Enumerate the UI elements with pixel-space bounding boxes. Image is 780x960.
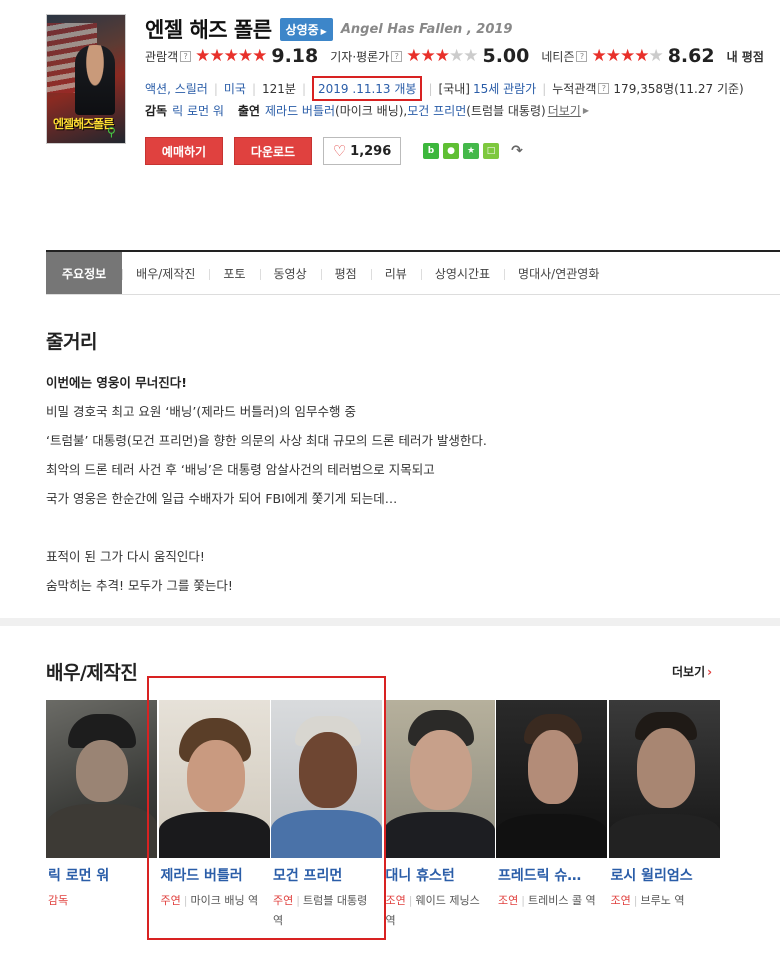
critic-score: 5.00 [482, 45, 530, 67]
synopsis-line: ‘트럼불’ 대통령(모건 프리먼)을 향한 의문의 사상 최대 규모의 드론 테… [46, 433, 487, 448]
highlight-box [147, 676, 386, 940]
title-row: 엔젤 해즈 폴른 상영중 ▶ Angel Has Fallen , 2019 [145, 14, 512, 44]
cast-role: 조연 | 브루노 역 [610, 894, 685, 907]
action-buttons: 예매하기 다운로드 ♡ 1,296 b ● ★ □ ↷ [145, 137, 529, 165]
meta-row: 액션, 스릴러 | 미국 | 121분 | 2019 .11.13 개봉 | [… [145, 76, 744, 101]
cast-role: 조연 | 트레비스 콜 역 [498, 894, 596, 907]
cast-section-title: 배우/제작진 [46, 662, 138, 684]
runtime: 121분 [262, 82, 296, 96]
cast-photo[interactable] [608, 700, 720, 858]
download-button[interactable]: 다운로드 [234, 137, 312, 165]
cast-photo[interactable] [383, 700, 495, 858]
actor1-link[interactable]: 제라드 버틀러 [265, 102, 335, 119]
share-icon[interactable]: ↷ [509, 143, 525, 159]
original-title: Angel Has Fallen , 2019 [340, 21, 513, 37]
section-tabs: 주요정보 배우/제작진 포토 동영상 평점 리뷰 상영시간표 명대사/연관영화 [46, 250, 780, 295]
director-label: 감독 [145, 104, 168, 118]
cast-name[interactable]: 로시 윌리엄스 [609, 865, 722, 885]
tab-photo[interactable]: 포토 [209, 252, 259, 294]
cast-label: 출연 [237, 104, 260, 118]
synopsis-line: 비밀 경호국 최고 요원 ‘배닝’(제라드 버틀러)의 임무수행 중 [46, 404, 357, 419]
cast-card[interactable]: 대니 휴스턴 조연 | 웨이드 제닝스 역 [383, 700, 497, 931]
synopsis-line: 국가 영웅은 한순간에 일급 수배자가 되어 FBI에게 쫓기게 되는데… [46, 491, 398, 506]
grade-link[interactable]: 15세 관람가 [473, 80, 536, 97]
tab-video[interactable]: 동영상 [259, 252, 321, 294]
help-icon[interactable]: ? [576, 50, 588, 62]
movie-title[interactable]: 엔젤 해즈 폴른 [145, 14, 272, 44]
synopsis-line: 표적이 된 그가 다시 움직인다! [46, 549, 205, 564]
audience-count-label: 누적관객 [552, 82, 597, 96]
poster-title: 엔젤해즈폴른 [53, 117, 114, 131]
blog-icon[interactable]: b [423, 143, 439, 159]
synopsis-title: 줄거리 [46, 331, 97, 353]
my-rating-label[interactable]: 내 평점 [727, 48, 764, 65]
section-divider [0, 618, 780, 626]
synopsis-line: 최악의 드론 테러 사건 후 ‘배닝’은 대통령 암살사건의 테러범으로 지목되… [46, 462, 435, 477]
square-icon[interactable]: □ [483, 143, 499, 159]
synopsis-body: 이번에는 영웅이 무너진다! 비밀 경호국 최고 요원 ‘배닝’(제라드 버틀러… [46, 368, 487, 600]
movie-poster[interactable]: 엔젤해즈폴른 ⚲ [46, 14, 126, 144]
cast-role: 감독 [48, 894, 69, 907]
audience-score: 9.18 [271, 45, 319, 67]
chevron-right-icon: ▶ [582, 106, 589, 115]
netizen-score: 8.62 [667, 45, 715, 67]
zoom-icon[interactable]: ⚲ [107, 125, 121, 139]
like-count: 1,296 [350, 143, 392, 159]
critic-stars: ★★★★★ [406, 46, 478, 66]
like-button[interactable]: ♡ 1,296 [323, 137, 401, 165]
tab-cast[interactable]: 배우/제작진 [122, 252, 209, 294]
share-icons: b ● ★ □ ↷ [423, 143, 529, 159]
cast-card[interactable]: 릭 로먼 워 감독 [46, 700, 159, 931]
heart-icon: ♡ [332, 142, 347, 160]
cast-role: 조연 | 웨이드 제닝스 역 [385, 894, 480, 927]
cast-name[interactable]: 릭 로먼 워 [46, 865, 159, 885]
cast-card[interactable]: 로시 윌리엄스 조연 | 브루노 역 [608, 700, 722, 931]
cast-name[interactable]: 프레드릭 슈… [496, 865, 609, 885]
tab-main-info[interactable]: 주요정보 [46, 252, 123, 294]
help-icon[interactable]: ? [598, 83, 610, 94]
netizen-rating-label: 네티즌 [541, 49, 575, 64]
cast-card[interactable]: 프레드릭 슈… 조연 | 트레비스 콜 역 [496, 700, 609, 931]
talk-icon[interactable]: ● [443, 143, 459, 159]
credit-row: 감독 릭 로먼 워 출연 제라드 버틀러 (마이크 배닝), 모건 프리먼 (트… [145, 102, 589, 119]
help-icon[interactable]: ? [391, 50, 403, 62]
release-date[interactable]: 2019 .11.13 개봉 [312, 76, 423, 101]
cast-name[interactable]: 대니 휴스턴 [384, 865, 497, 885]
audience-count-date: (11.27 기준) [674, 82, 744, 96]
reserve-button[interactable]: 예매하기 [145, 137, 223, 165]
cast-photo[interactable] [496, 700, 607, 858]
synopsis-line [46, 513, 487, 542]
synopsis-lead: 이번에는 영웅이 무너진다! [46, 375, 187, 390]
cast-photo[interactable] [46, 700, 157, 858]
status-badge[interactable]: 상영중 ▶ [279, 17, 333, 41]
tab-showtimes[interactable]: 상영시간표 [420, 252, 504, 294]
audience-rating-label: 관람객 [145, 49, 179, 64]
credits-more-link[interactable]: 더보기 [548, 102, 581, 119]
netizen-stars: ★★★★★ [591, 46, 663, 66]
tab-quotes[interactable]: 명대사/연관영화 [504, 252, 613, 294]
star-icon[interactable]: ★ [463, 143, 479, 159]
audience-stars: ★★★★★ [195, 46, 267, 66]
rating-row: 관람객 ? ★★★★★ 9.18 기자·평론가 ? ★★★★★ 5.00 네티즌… [145, 45, 764, 67]
audience-count: 179,358명 [613, 82, 675, 96]
poster-figure [75, 45, 115, 115]
synopsis-line: 숨막히는 추격! 모두가 그를 쫓는다! [46, 578, 233, 593]
tab-review[interactable]: 리뷰 [370, 252, 421, 294]
critic-rating-label: 기자·평론가 [330, 49, 390, 64]
genre-link[interactable]: 액션, 스릴러 [145, 80, 208, 97]
director-link[interactable]: 릭 로먼 워 [172, 102, 224, 119]
actor1-role: (마이크 배닝), [335, 104, 408, 118]
actor2-link[interactable]: 모건 프리먼 [407, 102, 466, 119]
actor2-role: (트럼블 대통령) [466, 104, 546, 118]
cast-more-link[interactable]: 더보기 › [672, 663, 712, 680]
help-icon[interactable]: ? [180, 50, 192, 62]
country-link[interactable]: 미국 [224, 80, 246, 97]
grade-prefix: [국내] [438, 82, 470, 96]
tab-rating[interactable]: 평점 [320, 252, 371, 294]
